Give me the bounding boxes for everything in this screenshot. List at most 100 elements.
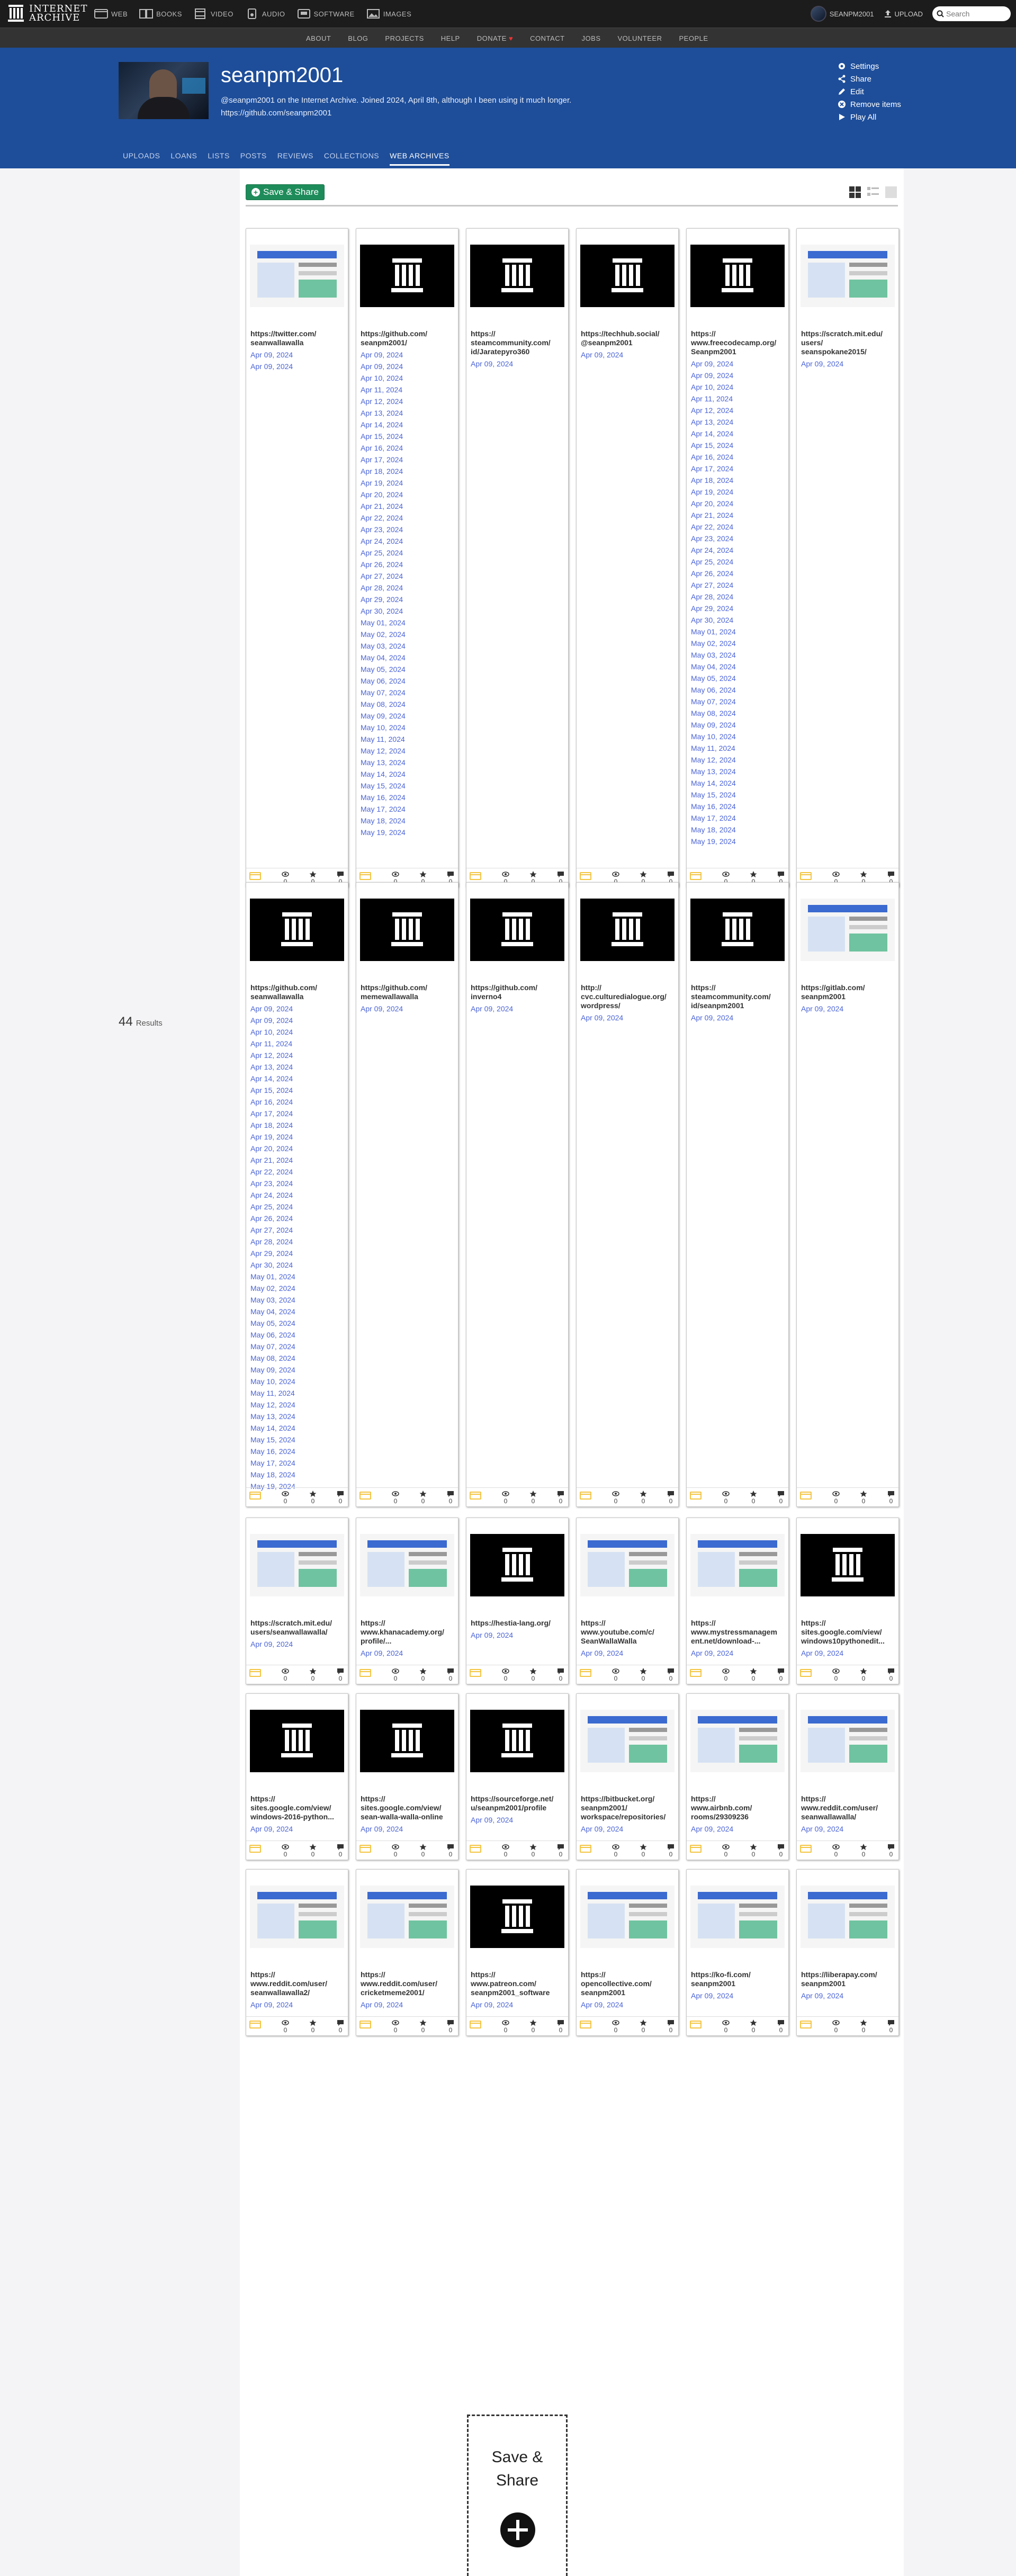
capture-date-link[interactable]: Apr 28, 2024 bbox=[250, 1236, 345, 1247]
card-thumbnail[interactable] bbox=[801, 1886, 895, 1948]
card-thumbnail[interactable] bbox=[250, 1886, 344, 1948]
card-title[interactable]: https://github.com/inverno4 bbox=[471, 983, 565, 1001]
capture-date-link[interactable]: May 10, 2024 bbox=[691, 731, 785, 742]
capture-date-link[interactable]: Apr 09, 2024 bbox=[471, 1629, 565, 1641]
web-archive-card[interactable]: https://github.com/seanpm2001/Apr 09, 20… bbox=[356, 228, 458, 887]
capture-date-link[interactable]: Apr 30, 2024 bbox=[250, 1259, 345, 1271]
capture-date-link[interactable]: May 05, 2024 bbox=[250, 1317, 345, 1329]
card-title[interactable]: https://ko-fi.com/seanpm2001 bbox=[691, 1970, 785, 1988]
capture-date-link[interactable]: Apr 09, 2024 bbox=[471, 358, 565, 370]
card-thumbnail[interactable] bbox=[470, 245, 564, 307]
share-button[interactable]: Share bbox=[838, 73, 901, 85]
card-thumbnail[interactable] bbox=[470, 899, 564, 961]
web-archive-card[interactable]: https://ko-fi.com/seanpm2001 Apr 09, 2024… bbox=[686, 1869, 789, 2036]
capture-date-link[interactable]: May 10, 2024 bbox=[250, 1376, 345, 1387]
subnav-donate[interactable]: DONATE ♥ bbox=[477, 34, 513, 42]
save-share-tile[interactable]: Save & Share bbox=[467, 2415, 568, 2576]
web-archive-card[interactable]: https://gitlab.com/seanpm2001 Apr 09, 202… bbox=[796, 882, 899, 1507]
capture-date-link[interactable]: Apr 09, 2024 bbox=[801, 1823, 895, 1835]
capture-date-link[interactable]: Apr 09, 2024 bbox=[361, 1647, 455, 1659]
card-title[interactable]: https://www.mystressmanagem ent.net/downl… bbox=[691, 1619, 785, 1646]
capture-date-link[interactable]: Apr 09, 2024 bbox=[250, 361, 345, 372]
search-icon[interactable] bbox=[937, 10, 944, 17]
web-archive-card[interactable]: https://steamcommunity.com/id/Jaratepyro… bbox=[466, 228, 569, 887]
capture-date-link[interactable]: Apr 28, 2024 bbox=[691, 591, 785, 603]
capture-date-link[interactable]: Apr 30, 2024 bbox=[361, 605, 455, 617]
card-title[interactable]: https://github.com/seanwallawalla bbox=[250, 983, 345, 1001]
capture-date-link[interactable]: Apr 17, 2024 bbox=[250, 1108, 345, 1119]
subnav-help[interactable]: HELP bbox=[441, 34, 460, 42]
capture-date-link[interactable]: May 18, 2024 bbox=[361, 815, 455, 827]
card-title[interactable]: https://www.youtube.com/c/SeanWallaWalla bbox=[581, 1619, 675, 1646]
card-thumbnail[interactable] bbox=[690, 1710, 785, 1772]
capture-date-link[interactable]: Apr 24, 2024 bbox=[361, 535, 455, 547]
card-thumbnail[interactable] bbox=[360, 1886, 454, 1948]
card-thumbnail[interactable] bbox=[580, 1534, 675, 1596]
capture-date-link[interactable]: Apr 25, 2024 bbox=[250, 1201, 345, 1213]
capture-date-link[interactable]: May 06, 2024 bbox=[250, 1329, 345, 1341]
web-archive-card[interactable]: https://www.reddit.com/user/seanwallawal… bbox=[796, 1693, 899, 1860]
capture-date-link[interactable]: Apr 09, 2024 bbox=[581, 1823, 675, 1835]
nav-audio[interactable]: AUDIO bbox=[245, 8, 285, 19]
capture-date-link[interactable]: May 14, 2024 bbox=[691, 777, 785, 789]
capture-date-link[interactable]: May 08, 2024 bbox=[361, 698, 455, 710]
card-title[interactable]: https://steamcommunity.com/id/Jaratepyro… bbox=[471, 329, 565, 356]
capture-date-link[interactable]: May 01, 2024 bbox=[250, 1271, 345, 1282]
capture-date-link[interactable]: Apr 29, 2024 bbox=[361, 594, 455, 605]
capture-date-link[interactable]: Apr 13, 2024 bbox=[691, 416, 785, 428]
capture-date-link[interactable]: May 15, 2024 bbox=[361, 780, 455, 792]
tile-view-toggle[interactable] bbox=[848, 185, 862, 199]
capture-date-link[interactable]: Apr 09, 2024 bbox=[250, 1015, 345, 1026]
capture-date-link[interactable]: Apr 27, 2024 bbox=[250, 1224, 345, 1236]
capture-date-link[interactable]: May 03, 2024 bbox=[691, 649, 785, 661]
capture-date-link[interactable]: Apr 29, 2024 bbox=[250, 1247, 345, 1259]
capture-date-link[interactable]: Apr 15, 2024 bbox=[250, 1084, 345, 1096]
capture-date-link[interactable]: Apr 20, 2024 bbox=[250, 1143, 345, 1154]
nav-books[interactable]: BOOKS bbox=[139, 8, 182, 19]
card-title[interactable]: https://steamcommunity.com/id/seanpm2001 bbox=[691, 983, 785, 1010]
capture-date-link[interactable]: May 03, 2024 bbox=[361, 640, 455, 652]
card-title[interactable]: https://www.khanacademy.org/profile/... bbox=[361, 1619, 455, 1646]
capture-date-link[interactable]: Apr 14, 2024 bbox=[250, 1073, 345, 1084]
card-thumbnail[interactable] bbox=[360, 1710, 454, 1772]
tab-uploads[interactable]: UPLOADS bbox=[123, 151, 160, 166]
capture-date-link[interactable]: Apr 09, 2024 bbox=[250, 1003, 345, 1015]
web-archive-card[interactable]: https://bitbucket.org/seanpm2001/workspa… bbox=[576, 1693, 679, 1860]
card-title[interactable]: https://www.reddit.com/user/seanwallawal… bbox=[250, 1970, 345, 1997]
subnav-contact[interactable]: CONTACT bbox=[530, 34, 564, 42]
subnav-people[interactable]: PEOPLE bbox=[679, 34, 708, 42]
nav-video[interactable]: VIDEO bbox=[194, 8, 233, 19]
card-title[interactable]: https://sites.google.com/view/windows10p… bbox=[801, 1619, 895, 1646]
capture-date-link[interactable]: Apr 10, 2024 bbox=[250, 1026, 345, 1038]
capture-date-link[interactable]: Apr 17, 2024 bbox=[691, 463, 785, 474]
card-thumbnail[interactable] bbox=[690, 1534, 785, 1596]
card-title[interactable]: https://scratch.mit.edu/users/seanwallaw… bbox=[250, 1619, 345, 1637]
capture-date-link[interactable]: May 11, 2024 bbox=[691, 742, 785, 754]
card-title[interactable]: https://sites.google.com/view/windows-20… bbox=[250, 1794, 345, 1821]
subnav-projects[interactable]: PROJECTS bbox=[385, 34, 424, 42]
card-title[interactable]: https://opencollective.com/seanpm2001 bbox=[581, 1970, 675, 1997]
capture-date-link[interactable]: Apr 09, 2024 bbox=[801, 1990, 895, 2001]
remove-items-button[interactable]: Remove items bbox=[838, 98, 901, 110]
web-archive-card[interactable]: https://scratch.mit.edu/users/seanwallaw… bbox=[246, 1518, 348, 1684]
capture-date-link[interactable]: Apr 24, 2024 bbox=[250, 1189, 345, 1201]
card-thumbnail[interactable] bbox=[250, 1534, 344, 1596]
capture-date-link[interactable]: Apr 09, 2024 bbox=[801, 1003, 895, 1015]
card-thumbnail[interactable] bbox=[580, 1886, 675, 1948]
web-archive-card[interactable]: https://hestia-lang.org/Apr 09, 2024 0 0 0 bbox=[466, 1518, 569, 1684]
subnav-volunteer[interactable]: VOLUNTEER bbox=[618, 34, 662, 42]
capture-date-link[interactable]: Apr 14, 2024 bbox=[691, 428, 785, 439]
capture-date-link[interactable]: Apr 25, 2024 bbox=[691, 556, 785, 568]
capture-date-link[interactable]: May 06, 2024 bbox=[361, 675, 455, 687]
capture-date-link[interactable]: May 04, 2024 bbox=[250, 1306, 345, 1317]
capture-date-link[interactable]: Apr 23, 2024 bbox=[691, 533, 785, 544]
upload-button[interactable]: UPLOAD bbox=[884, 10, 923, 18]
card-thumbnail[interactable] bbox=[250, 899, 344, 961]
capture-date-link[interactable]: May 15, 2024 bbox=[691, 789, 785, 801]
capture-date-link[interactable]: May 01, 2024 bbox=[361, 617, 455, 629]
capture-date-link[interactable]: Apr 09, 2024 bbox=[250, 1638, 345, 1650]
capture-date-link[interactable]: May 04, 2024 bbox=[691, 661, 785, 672]
web-archive-card[interactable]: https://www.mystressmanagem ent.net/downl… bbox=[686, 1518, 789, 1684]
capture-date-link[interactable]: Apr 26, 2024 bbox=[691, 568, 785, 579]
capture-date-link[interactable]: May 08, 2024 bbox=[691, 707, 785, 719]
